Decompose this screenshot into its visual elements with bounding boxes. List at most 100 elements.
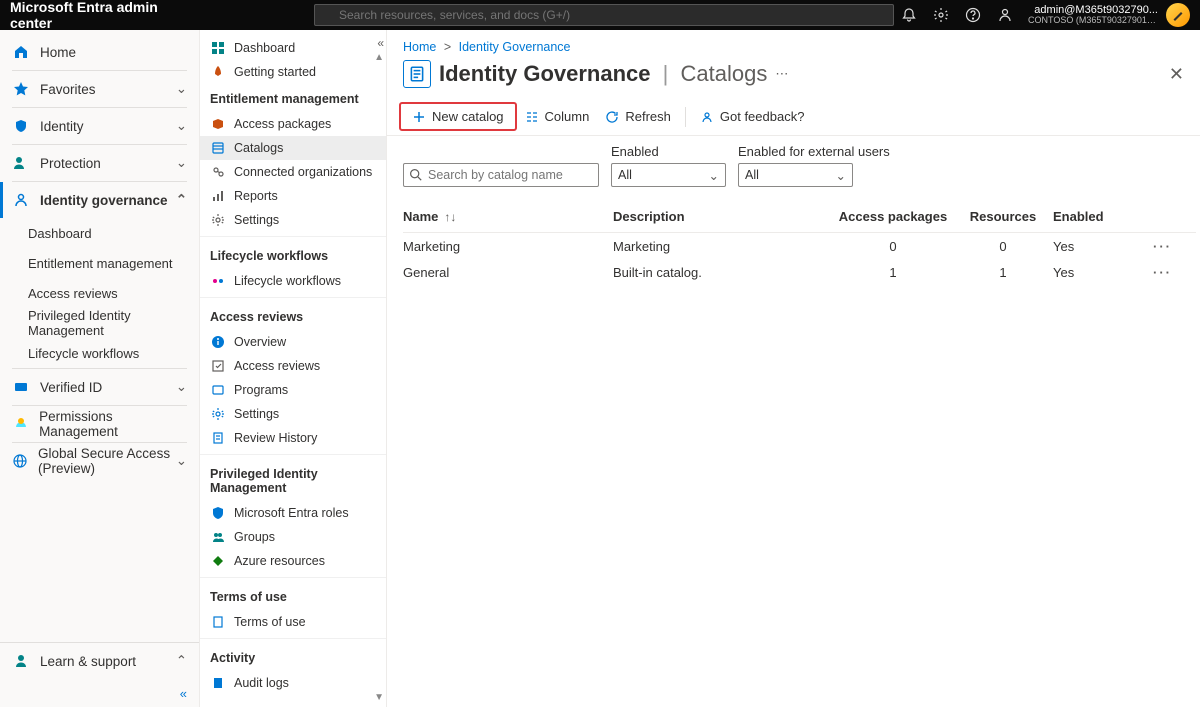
- nav-permissions-management[interactable]: Permissions Management: [0, 406, 199, 442]
- governance-icon: [12, 191, 30, 209]
- chevron-up-icon: ⌃: [176, 653, 187, 669]
- subnav-review-history[interactable]: Review History: [200, 426, 386, 450]
- row-more-button[interactable]: ···: [1153, 239, 1177, 254]
- subnav-access-reviews[interactable]: Access reviews: [200, 354, 386, 378]
- subnav-azure-resources[interactable]: Azure resources: [200, 549, 386, 573]
- help-icon[interactable]: [958, 0, 988, 30]
- filters: Enabled All ⌄ Enabled for external users…: [387, 136, 1200, 193]
- azure-icon: [210, 553, 226, 569]
- col-description[interactable]: Description: [613, 209, 833, 224]
- subnav-groups[interactable]: Groups: [200, 525, 386, 549]
- chevron-down-icon: ⌄: [176, 81, 187, 97]
- programs-icon: [210, 382, 226, 398]
- subnav-lifecycle-workflows[interactable]: Lifecycle workflows: [200, 269, 386, 293]
- reports-icon: [210, 188, 226, 204]
- subnav-collapse-button[interactable]: «: [377, 36, 384, 50]
- subnav-settings[interactable]: Settings: [200, 208, 386, 232]
- nav-home[interactable]: Home: [0, 34, 199, 70]
- search-catalog-input[interactable]: [403, 163, 599, 187]
- sort-icon[interactable]: ↑↓: [444, 210, 456, 224]
- nav-protection[interactable]: Protection ⌄: [0, 145, 199, 181]
- settings-icon[interactable]: [926, 0, 956, 30]
- global-search-wrap: [314, 4, 894, 26]
- nav-learn-support[interactable]: Learn & support ⌃: [0, 643, 199, 679]
- new-catalog-button[interactable]: New catalog: [404, 105, 512, 128]
- page-subtitle: Catalogs: [680, 61, 767, 86]
- subnav-audit-logs[interactable]: Audit logs: [200, 671, 386, 695]
- chevron-down-icon: ⌄: [176, 379, 187, 395]
- nav-sub-lifecycle[interactable]: Lifecycle workflows: [0, 338, 199, 368]
- subnav-terms-of-use[interactable]: Terms of use: [200, 610, 386, 634]
- cell-enabled: Yes: [1053, 239, 1153, 254]
- col-resources[interactable]: Resources: [953, 209, 1053, 224]
- table-row[interactable]: GeneralBuilt-in catalog.11Yes···: [403, 259, 1196, 285]
- col-enabled[interactable]: Enabled: [1053, 209, 1153, 224]
- subnav-settings-2[interactable]: Settings: [200, 402, 386, 426]
- cell-resources: 1: [953, 265, 1053, 280]
- nav-sub-entitlement[interactable]: Entitlement management: [0, 248, 199, 278]
- column-button[interactable]: Column: [517, 105, 598, 128]
- terms-icon: [210, 614, 226, 630]
- table-row[interactable]: MarketingMarketing00Yes···: [403, 233, 1196, 259]
- feedback-icon[interactable]: [990, 0, 1020, 30]
- subnav-section-entitlement: Entitlement management: [200, 84, 386, 112]
- history-icon: [210, 430, 226, 446]
- main-content: Home > Identity Governance Identity Gove…: [387, 30, 1200, 707]
- subnav-getting-started[interactable]: Getting started: [200, 60, 386, 84]
- col-name[interactable]: Name: [403, 209, 438, 224]
- identity-icon: [12, 117, 30, 135]
- nav-favorites[interactable]: Favorites ⌄: [0, 71, 199, 107]
- nav-identity-governance[interactable]: Identity governance ⌃: [0, 182, 199, 218]
- protection-icon: [12, 154, 30, 172]
- audit-icon: [210, 675, 226, 691]
- subnav-section-lifecycle: Lifecycle workflows: [200, 236, 386, 269]
- nav-collapse-button[interactable]: «: [0, 679, 199, 707]
- subnav-section-access-reviews: Access reviews: [200, 297, 386, 330]
- row-more-button[interactable]: ···: [1153, 265, 1177, 280]
- avatar[interactable]: [1166, 3, 1190, 27]
- groups-icon: [210, 529, 226, 545]
- cell-resources: 0: [953, 239, 1053, 254]
- got-feedback-button[interactable]: Got feedback?: [692, 105, 813, 128]
- close-icon[interactable]: ✕: [1169, 64, 1184, 85]
- subnav-section-activity: Activity: [200, 638, 386, 671]
- subnav-entra-roles[interactable]: Microsoft Entra roles: [200, 501, 386, 525]
- col-access-packages[interactable]: Access packages: [833, 209, 953, 224]
- enabled-dropdown[interactable]: All ⌄: [611, 163, 726, 187]
- chevron-down-icon: ⌄: [176, 118, 187, 134]
- nav-sub-pim[interactable]: Privileged Identity Management: [0, 308, 199, 338]
- cell-access-packages: 0: [833, 239, 953, 254]
- breadcrumb-home[interactable]: Home: [403, 40, 436, 54]
- nav-sub-access-reviews[interactable]: Access reviews: [0, 278, 199, 308]
- external-label: Enabled for external users: [738, 144, 890, 159]
- subnav-programs[interactable]: Programs: [200, 378, 386, 402]
- search-icon: [409, 168, 422, 181]
- subnav-overview[interactable]: Overview: [200, 330, 386, 354]
- refresh-button[interactable]: Refresh: [597, 105, 679, 128]
- nav-verified-id[interactable]: Verified ID ⌄: [0, 369, 199, 405]
- global-search-input[interactable]: [314, 4, 894, 26]
- scroll-up-icon[interactable]: ▲: [374, 52, 384, 63]
- columns-icon: [525, 110, 539, 124]
- catalog-icon: [210, 140, 226, 156]
- page-icon: [403, 60, 431, 88]
- nav-sub-dashboard[interactable]: Dashboard: [0, 218, 199, 248]
- subnav-connected-orgs[interactable]: Connected organizations: [200, 160, 386, 184]
- subnav-reports[interactable]: Reports: [200, 184, 386, 208]
- home-icon: [12, 43, 30, 61]
- notifications-icon[interactable]: [894, 0, 924, 30]
- page-more-icon[interactable]: ⋯: [775, 66, 788, 82]
- scroll-down-icon[interactable]: ▼: [374, 692, 384, 703]
- external-dropdown[interactable]: All ⌄: [738, 163, 853, 187]
- nav-global-secure-access[interactable]: Global Secure Access (Preview) ⌄: [0, 443, 199, 479]
- subnav-dashboard[interactable]: Dashboard: [200, 36, 386, 60]
- cell-enabled: Yes: [1053, 265, 1153, 280]
- user-block[interactable]: admin@M365t9032790... CONTOSO (M365T9032…: [1028, 4, 1158, 26]
- breadcrumb-identity-governance[interactable]: Identity Governance: [459, 40, 571, 54]
- chevron-down-icon: ⌄: [176, 453, 187, 469]
- tenant-label: CONTOSO (M365T90327901.ON...: [1028, 16, 1158, 26]
- nav-identity[interactable]: Identity ⌄: [0, 108, 199, 144]
- package-icon: [210, 116, 226, 132]
- subnav-access-packages[interactable]: Access packages: [200, 112, 386, 136]
- subnav-catalogs[interactable]: Catalogs: [200, 136, 386, 160]
